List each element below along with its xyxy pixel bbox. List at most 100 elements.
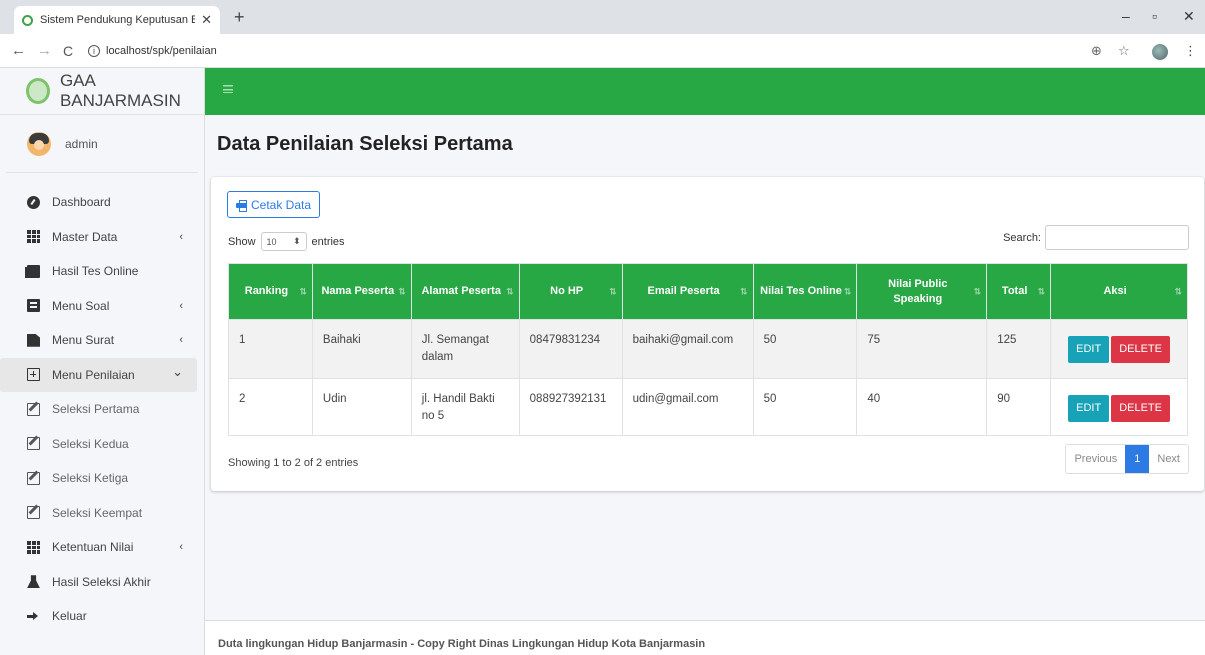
column-header-nilai-public-speaking[interactable]: Nilai Public Speaking ⇅ [856, 263, 988, 320]
column-header-total[interactable]: Total ⇅ [986, 263, 1052, 320]
zoom-icon[interactable]: ⊕ [1091, 43, 1102, 59]
sort-icon: ⇅ [299, 286, 307, 296]
sidebar-item-label: Menu Surat [52, 333, 115, 348]
sidebar-item-label: Master Data [52, 229, 118, 244]
sort-icon: ⇅ [740, 286, 748, 296]
sidebar-item-ketentuan-nilai[interactable]: Ketentuan Nilai ‹ [0, 530, 197, 565]
profile-avatar-icon[interactable] [1152, 44, 1168, 60]
sidebar-item-menu-surat[interactable]: Menu Surat ‹ [0, 323, 197, 358]
hamburger-menu-icon[interactable] [223, 85, 233, 93]
window-close-icon[interactable]: ✕ [1183, 8, 1195, 25]
reload-icon[interactable]: C [63, 43, 73, 59]
edit-icon [27, 437, 40, 451]
sidebar-item-label: Seleksi Kedua [52, 436, 129, 451]
sort-icon: ⇅ [1174, 286, 1182, 296]
sidebar-item-label: Menu Penilaian [52, 367, 135, 382]
table-info: Showing 1 to 2 of 2 entries [228, 457, 359, 469]
edit-button[interactable]: EDIT [1068, 395, 1110, 422]
url-field[interactable]: i localhost/spk/penilaian [88, 45, 217, 57]
print-icon [236, 199, 247, 212]
delete-button[interactable]: DELETE [1111, 395, 1170, 422]
pagination: Previous 1 Next [1065, 444, 1189, 474]
next-page-button[interactable]: Next [1149, 445, 1188, 473]
address-bar: ← → C i localhost/spk/penilaian ⊕ ☆ ⋮ [0, 34, 1205, 68]
column-header-nilai-tes-online[interactable]: Nilai Tes Online ⇅ [752, 263, 858, 320]
column-header-label: Alamat Peserta [421, 285, 501, 297]
sort-icon: ⇅ [609, 286, 617, 296]
sidebar-item-label: Ketentuan Nilai [52, 540, 134, 555]
edit-icon [27, 471, 40, 485]
edit-icon [27, 506, 40, 520]
column-header-label: Nilai Public Speaking [888, 277, 948, 305]
user-name: admin [65, 136, 98, 151]
column-header-label: Nama Peserta [321, 285, 395, 297]
dashboard-icon [27, 195, 40, 209]
user-avatar [27, 131, 51, 156]
select-arrows-icon: ⬍ [292, 236, 301, 246]
sidebar-item-label: Menu Soal [52, 298, 110, 313]
sidebar-item-menu-penilaian[interactable]: Menu Penilaian ⌄ [0, 357, 197, 392]
sidebar-item-label: Seleksi Keempat [52, 505, 143, 520]
tab-title: Sistem Pendukung Keputusan Be [40, 14, 196, 26]
search-input[interactable] [1045, 225, 1189, 250]
column-header-ranking[interactable]: Ranking ⇅ [228, 263, 313, 320]
browser-menu-icon[interactable]: ⋮ [1184, 43, 1197, 59]
file-icon [27, 333, 40, 347]
column-header-no-hp[interactable]: No HP ⇅ [518, 263, 623, 320]
forward-icon[interactable]: → [37, 42, 52, 59]
sidebar-item-label: Hasil Seleksi Akhir [52, 574, 151, 589]
page-length-select[interactable]: 10 ⬍ [260, 232, 307, 251]
sort-icon: ⇅ [398, 286, 406, 296]
footer: Duta lingkungan Hidup Banjarmasin - Copy… [205, 620, 1205, 655]
penilaian-table: Ranking ⇅ Nama Peserta ⇅ Alamat Peserta ⇅ N… [228, 263, 1188, 436]
delete-button[interactable]: DELETE [1111, 336, 1170, 363]
brand-link[interactable]: GAA BANJARMASIN [0, 68, 204, 115]
maximize-icon[interactable]: ▫ [1152, 8, 1157, 24]
sidebar-item-menu-soal[interactable]: Menu Soal ‹ [0, 289, 197, 324]
cell-nilai-tes: 50 [752, 378, 858, 436]
edit-button[interactable]: EDIT [1068, 336, 1110, 363]
cell-nilai-public-speaking: 75 [856, 319, 988, 379]
previous-page-button[interactable]: Previous [1066, 445, 1125, 473]
sidebar-item-dashboard[interactable]: Dashboard [0, 185, 197, 220]
column-header-email-peserta[interactable]: Email Peserta ⇅ [621, 263, 754, 320]
top-navbar [205, 68, 1205, 115]
cell-nama: Baihaki [311, 319, 412, 379]
column-header-alamat-peserta[interactable]: Alamat Peserta ⇅ [410, 263, 520, 320]
info-icon[interactable]: i [88, 45, 100, 57]
column-header-label: Email Peserta [647, 285, 720, 297]
brand-text: GAA BANJARMASIN [59, 71, 181, 110]
sidebar-item-hasil-tes-online[interactable]: Hasil Tes Online [0, 254, 197, 289]
sidebar-item-seleksi-pertama[interactable]: Seleksi Pertama [0, 392, 197, 427]
user-panel[interactable]: admin [6, 115, 198, 173]
bookmark-star-icon[interactable]: ☆ [1118, 43, 1130, 59]
cell-aksi: EDIT DELETE [1050, 319, 1188, 379]
sidebar: GAA BANJARMASIN admin Dashboard Master D… [0, 68, 205, 655]
new-tab-icon[interactable]: + [234, 7, 245, 28]
sidebar-item-label: Hasil Tes Online [52, 264, 139, 279]
print-data-button[interactable]: Cetak Data [227, 191, 321, 218]
sidebar-item-seleksi-keempat[interactable]: Seleksi Keempat [0, 496, 197, 531]
sidebar-item-master-data[interactable]: Master Data ‹ [0, 220, 197, 255]
sidebar-item-hasil-seleksi-akhir[interactable]: Hasil Seleksi Akhir [0, 565, 197, 600]
table-row: 2 Udin jl. Handil Bakti no 5 08892739213… [228, 378, 1188, 436]
minimize-icon[interactable]: – [1122, 8, 1130, 24]
sidebar-item-keluar[interactable]: Keluar [0, 599, 197, 634]
cell-nilai-tes: 50 [752, 319, 858, 379]
sidebar-item-seleksi-ketiga[interactable]: Seleksi Ketiga [0, 461, 197, 496]
sidebar-item-label: Seleksi Ketiga [52, 471, 129, 486]
flask-icon [27, 575, 40, 589]
sidebar-menu: Dashboard Master Data ‹ Hasil Tes Online … [0, 173, 204, 634]
column-header-aksi[interactable]: Aksi ⇅ [1050, 263, 1188, 320]
tab-close-icon[interactable]: ✕ [201, 12, 212, 28]
url-text[interactable]: localhost/spk/penilaian [106, 45, 217, 57]
grid-icon [27, 540, 40, 554]
chevron-left-icon: ‹ [179, 230, 183, 243]
back-icon[interactable]: ← [11, 42, 26, 59]
browser-tab[interactable]: Sistem Pendukung Keputusan Be ✕ [14, 6, 220, 34]
cell-email: udin@gmail.com [621, 378, 754, 436]
page-1-button[interactable]: 1 [1125, 445, 1150, 473]
sidebar-item-seleksi-kedua[interactable]: Seleksi Kedua [0, 427, 197, 462]
chevron-left-icon: ‹ [179, 299, 183, 312]
column-header-nama-peserta[interactable]: Nama Peserta ⇅ [311, 263, 412, 320]
